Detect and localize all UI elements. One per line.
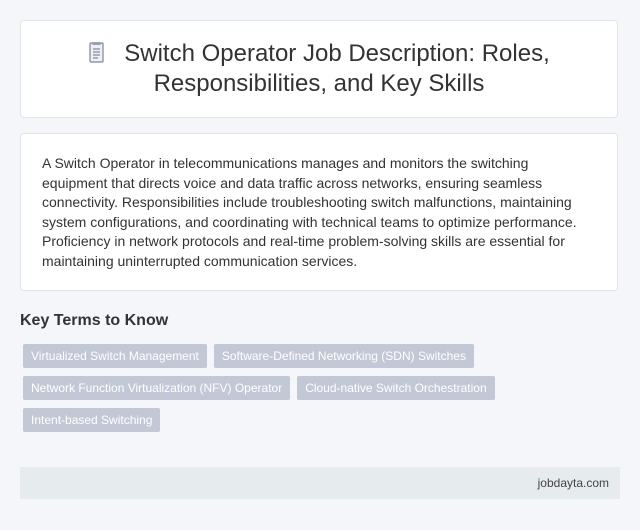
tag-sdn-switches[interactable]: Software-Defined Networking (SDN) Switch… [213, 344, 474, 368]
key-terms-tags: Virtualized Switch Management Software-D… [23, 344, 583, 440]
page: Switch Operator Job Description: Roles, … [0, 0, 640, 530]
key-terms-heading: Key Terms to Know [20, 312, 169, 329]
title-line-1: Switch Operator Job Description: Roles, [124, 40, 550, 67]
tag-intent-based-switching[interactable]: Intent-based Switching [23, 408, 161, 432]
page-title: Switch Operator Job Description: Roles, … [68, 39, 570, 99]
tag-cloud-native-switch-orchestration[interactable]: Cloud-native Switch Orchestration [297, 376, 495, 400]
footer: jobdayta.com [20, 467, 620, 499]
footer-site-link[interactable]: jobdayta.com [538, 476, 609, 490]
tag-virtualized-switch-management[interactable]: Virtualized Switch Management [23, 344, 207, 368]
description-text: A Switch Operator in telecommunications … [42, 155, 577, 269]
title-card: Switch Operator Job Description: Roles, … [20, 20, 618, 118]
tag-row: Network Function Virtualization (NFV) Op… [23, 376, 583, 400]
tag-nfv-operator[interactable]: Network Function Virtualization (NFV) Op… [23, 376, 291, 400]
tag-row: Virtualized Switch Management Software-D… [23, 344, 583, 368]
tag-row: Intent-based Switching [23, 408, 583, 432]
document-icon [88, 42, 106, 64]
title-line-2: Responsibilities, and Key Skills [153, 70, 485, 97]
description-card: A Switch Operator in telecommunications … [20, 133, 618, 291]
